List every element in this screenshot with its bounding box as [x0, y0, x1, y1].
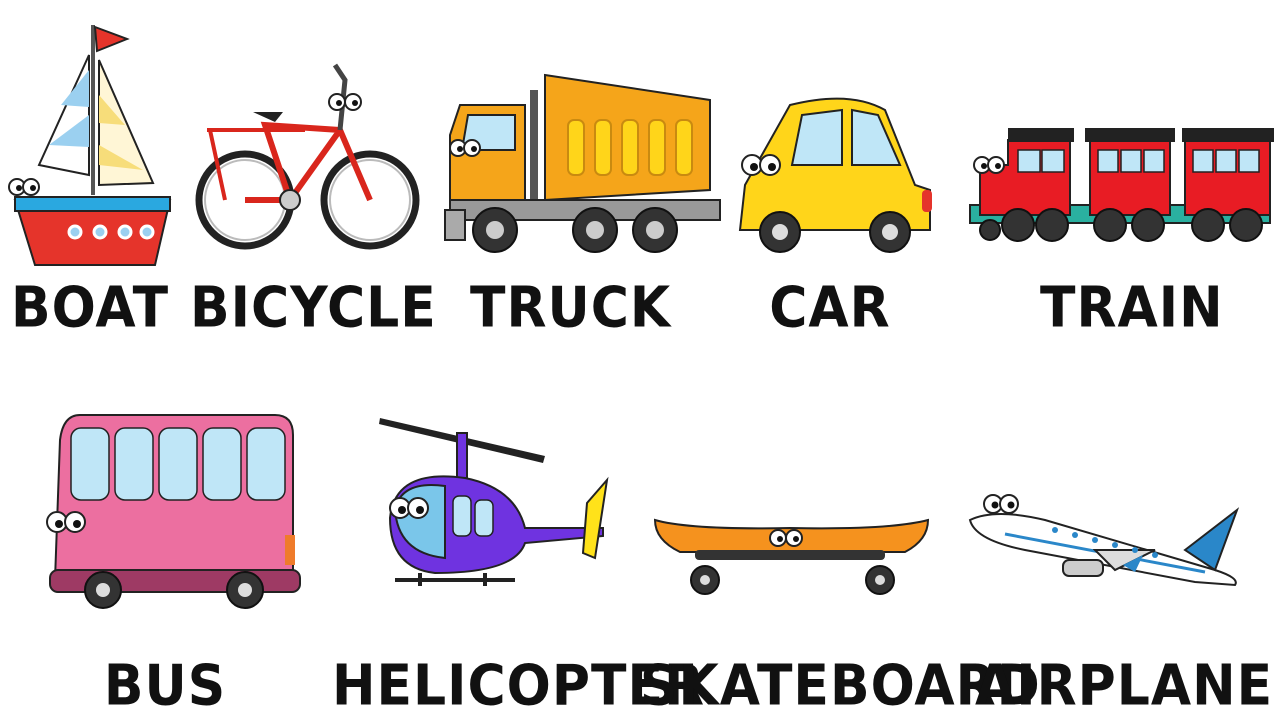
bicycle-label: BICYCLE — [190, 275, 437, 341]
boat-label: BOAT — [10, 275, 170, 341]
truck-label: TRUCK — [470, 275, 672, 341]
boat-icon — [8, 25, 172, 266]
helicopter-icon — [379, 418, 609, 586]
car-icon — [738, 97, 932, 253]
airplane-icon — [968, 494, 1240, 587]
train-label: TRAIN — [1040, 275, 1224, 341]
airplane-label: AIRPLANE — [975, 653, 1274, 719]
bicycle-icon — [195, 63, 420, 250]
car-label: CAR — [769, 275, 891, 341]
train-icon — [969, 128, 1274, 242]
skateboard-label: SKATEBOARD — [640, 653, 1041, 719]
helicopter-label: HELICOPTER — [332, 653, 706, 719]
truck-icon — [444, 73, 721, 253]
bus-label: BUS — [103, 653, 227, 719]
bus-icon — [46, 414, 301, 609]
skateboard-icon — [653, 518, 930, 595]
